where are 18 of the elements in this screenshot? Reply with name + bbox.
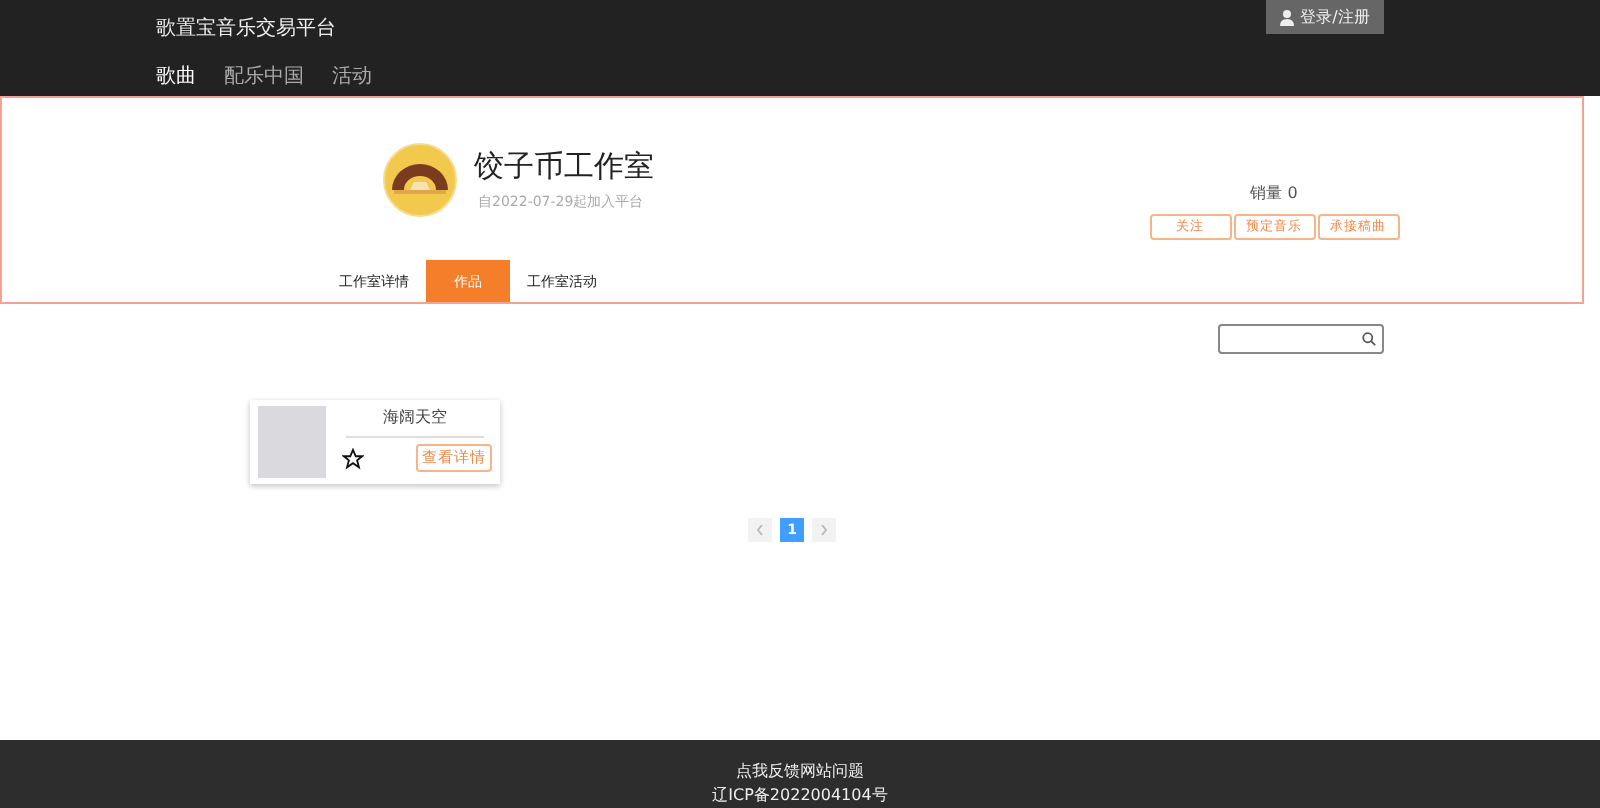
- icp-number: 辽ICP备2022004104号: [712, 784, 888, 806]
- feedback-link[interactable]: 点我反馈网站问题: [736, 760, 864, 782]
- search-icon: [1362, 332, 1376, 346]
- studio-name: 饺子币工作室: [474, 148, 654, 186]
- chevron-right-icon: [820, 524, 828, 536]
- search-field[interactable]: [1218, 324, 1384, 354]
- studio-logo-icon: [382, 142, 458, 218]
- chevron-left-icon: [756, 524, 764, 536]
- work-title: 海阔天空: [346, 406, 484, 438]
- photo-placeholder: [258, 406, 326, 478]
- sales-count: 销量 0: [1250, 182, 1298, 204]
- nav-tab[interactable]: 歌曲: [156, 62, 196, 92]
- nav-tab[interactable]: 配乐中国: [224, 62, 304, 92]
- login-button[interactable]: 登录/注册: [1266, 0, 1384, 34]
- nav-tab[interactable]: 活动: [332, 62, 372, 92]
- star-icon[interactable]: [342, 447, 364, 469]
- user-icon: [1280, 9, 1295, 25]
- site-title: 歌置宝音乐交易平台: [156, 15, 336, 42]
